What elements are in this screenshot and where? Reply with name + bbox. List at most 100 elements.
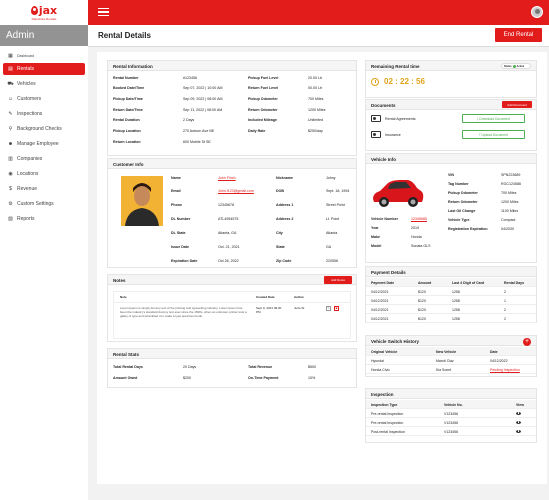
toggle-dot — [512, 64, 516, 68]
vehicle-number-link[interactable]: 12345685 — [411, 217, 427, 221]
table-cell: 04/12/2021 — [371, 316, 389, 321]
table-cell: $120 — [418, 307, 426, 312]
pending-inspection-link[interactable]: Pending Inspection — [490, 368, 520, 372]
table-cell: 04/12/2021 — [371, 307, 389, 312]
page-title: Rental Details — [98, 31, 151, 40]
sidebar-item-customers[interactable]: ☺ Customers — [3, 93, 85, 105]
sidebar-item-custom-settings[interactable]: ⚙ Custom Settings — [3, 198, 85, 210]
top-bar — [88, 0, 549, 25]
sidebar-item-revenue[interactable]: $ Revenue — [3, 183, 85, 195]
sidebar-item-label: Companies — [17, 156, 43, 162]
column-header: Last 4 Digit of Card — [452, 280, 485, 285]
field-value: $500 — [308, 365, 316, 369]
field-value: Atlanta, GA — [218, 231, 237, 235]
table-cell: Pre-rental Inspection — [371, 420, 404, 425]
card-title-text: Remaining Rental time — [371, 64, 420, 69]
sidebar-nav: ▦ Dashboard ▤ Rentals ⛟ Vehicles ☺ Customers… — [0, 46, 88, 225]
field-value: Sept. 18, 1994 — [326, 189, 350, 193]
table-cell: 2 — [504, 289, 506, 294]
switch-table: Original Vehicle New Vehicle Date Hyunda… — [366, 347, 536, 374]
sidebar-item-manage-employee[interactable]: ☻ Manage Employee — [3, 138, 85, 150]
sidebar-item-label: Dashboard — [17, 54, 35, 58]
field-label: Registration Expiration — [448, 227, 488, 231]
download-document-button[interactable]: ⤓ Download Document — [462, 114, 525, 123]
inspection-card: Inspection Inspection Type Vehicle No. V… — [365, 388, 537, 443]
view-icon[interactable] — [516, 420, 521, 425]
table-row: Post-rental Inspection V123456 — [366, 427, 536, 436]
column-header: Rental Days — [504, 280, 525, 285]
field-label: Total Revenue — [248, 365, 273, 369]
sidebar-item-rentals[interactable]: ▤ Rentals — [3, 63, 85, 75]
field-label: Year — [371, 226, 379, 230]
column-header: Inspection Type — [371, 402, 398, 407]
button-label: Upload Document — [481, 132, 508, 137]
sidebar-item-background-checks[interactable]: ⚲ Background Checks — [3, 123, 85, 135]
add-notes-button[interactable]: Add Notes — [324, 276, 352, 284]
field-value: Sep 07, 2022 | 10:00 AM — [183, 86, 223, 90]
field-value: $250/day — [308, 129, 323, 133]
sidebar-item-label: Revenue — [17, 186, 38, 192]
field-label: Return Fuel Level — [248, 86, 279, 90]
sidebar-item-vehicles[interactable]: ⛟ Vehicles — [3, 78, 85, 90]
table-cell: $120 — [418, 289, 426, 294]
customer-email-link[interactable]: John.f123@gmail.com — [218, 189, 254, 193]
view-icon[interactable] — [516, 429, 521, 434]
table-cell: Post-rental Inspection — [371, 429, 405, 434]
card-title: Rental Stats — [108, 349, 356, 359]
table-cell: 1258 — [452, 307, 460, 312]
sidebar-item-reports[interactable]: ▧ Reports — [3, 213, 85, 225]
document-name: Rental Agreements — [385, 117, 416, 121]
table-row: Honda Civic Kia Sonet Pending Inspection — [366, 365, 536, 374]
menu-icon[interactable] — [98, 8, 109, 16]
delete-icon[interactable]: ■ — [334, 306, 339, 311]
field-label: Vehicle Number — [371, 217, 398, 221]
sidebar-item-label: Customers — [17, 96, 42, 102]
view-icon[interactable] — [516, 411, 521, 416]
field-label: Total Rental Days — [113, 365, 143, 369]
edit-icon[interactable]: ✎ — [326, 306, 331, 311]
field-label: Pickup Odometer — [248, 97, 278, 101]
button-label: Download Document — [479, 116, 510, 121]
card-title: Inspection — [366, 389, 536, 399]
brand-logo[interactable]: jax Rideshare Rentals — [0, 0, 88, 25]
end-rental-button[interactable]: End Rental — [495, 28, 542, 42]
field-value: 20 Days — [183, 365, 197, 369]
table-row: 04/12/2021 $120 1258 2 — [366, 314, 536, 323]
sidebar-item-dashboard[interactable]: ▦ Dashboard — [3, 52, 85, 60]
field-label: Included Mileage — [248, 118, 277, 122]
sidebar-item-label: Vehicles — [17, 81, 36, 87]
field-label: Amount Owed — [113, 376, 138, 380]
vehicle-icon: ⛟ — [7, 80, 14, 87]
field-label: Last Oil Change — [448, 209, 476, 213]
field-label: DL State — [171, 231, 186, 235]
customer-name-link[interactable]: John Finch — [218, 176, 236, 180]
sidebar-item-label: Rentals — [17, 66, 34, 72]
status-toggle[interactable]: Status Active — [501, 63, 531, 69]
field-label: DL Number — [171, 217, 191, 221]
add-switch-icon[interactable]: + — [523, 338, 531, 346]
card-title: Customer Info — [108, 159, 356, 169]
field-label: Zip Code — [276, 259, 292, 263]
avatar[interactable] — [531, 6, 543, 18]
column-header: Created Date — [256, 295, 275, 299]
rentals-icon: ▤ — [8, 65, 13, 72]
field-value: SPN223689 — [501, 173, 521, 177]
sidebar-item-inspections[interactable]: ✎ Inspections — [3, 108, 85, 120]
sidebar-item-companies[interactable]: ▥ Companies — [3, 153, 85, 165]
table-row: 04/12/2021 $120 1258 2 — [366, 305, 536, 314]
clock-icon — [371, 77, 379, 86]
notes-card: Notes Add Notes Note Created Date Author… — [107, 274, 357, 342]
table-cell: V123456 — [444, 420, 459, 425]
table-header-row: Original Vehicle New Vehicle Date — [366, 347, 536, 356]
table-cell: 1258 — [452, 289, 460, 294]
table-cell: Pre-rental Inspection — [371, 411, 404, 416]
table-cell: V123456 — [444, 429, 459, 434]
sidebar-item-locations[interactable]: ◉ Locations — [3, 168, 85, 180]
field-value: Honda — [411, 235, 422, 239]
column-header: Note — [120, 295, 127, 299]
card-title-text: Documents — [371, 103, 396, 108]
inspection-table: Inspection Type Vehicle No. View Pre-ren… — [366, 400, 536, 436]
add-document-button[interactable]: Add Document — [502, 101, 532, 108]
field-label: Pickup Fuel Level — [248, 76, 279, 80]
upload-document-button[interactable]: ⤒ Upload Document — [462, 130, 525, 139]
